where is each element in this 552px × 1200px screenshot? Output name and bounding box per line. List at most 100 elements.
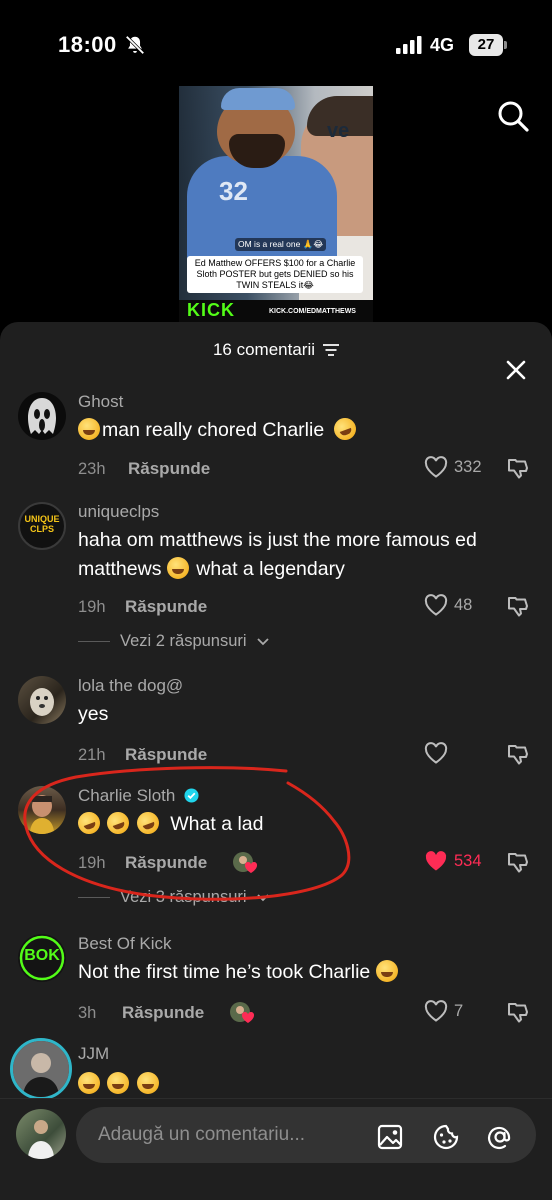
dislike-icon[interactable] <box>506 456 530 480</box>
close-icon[interactable] <box>504 358 528 382</box>
like-count: 332 <box>454 457 482 476</box>
status-time: 18:00 <box>58 32 117 57</box>
comments-count: 16 comentarii <box>212 340 316 359</box>
comments-header: 16 comentarii <box>0 340 552 380</box>
like-button[interactable]: 7 <box>424 1000 463 1022</box>
video-person-left-cap <box>221 88 295 110</box>
comment-text <box>78 1070 538 1099</box>
comment-author[interactable]: Ghost <box>78 392 123 412</box>
avatar-label: UNIQUE CLPS <box>24 514 60 534</box>
video-url: KICK.COM/EDMATTHEWS <box>269 308 356 315</box>
heart-filled-icon <box>425 851 447 871</box>
replies-divider <box>78 897 110 898</box>
reply-button[interactable]: Răspunde <box>125 745 207 765</box>
comment-time: 21h <box>78 746 106 764</box>
rofl-emoji-icon <box>133 808 162 838</box>
comment-input[interactable] <box>98 1107 368 1163</box>
comment-input-bar <box>0 1098 552 1200</box>
verified-badge-icon <box>184 788 199 803</box>
heart-icon <box>424 742 448 764</box>
dislike-icon[interactable] <box>506 1000 530 1024</box>
reply-button[interactable]: Răspunde <box>125 597 207 617</box>
dog-photo <box>30 688 54 716</box>
sort-filter-icon[interactable] <box>323 343 340 357</box>
ghostface-icon <box>28 398 56 434</box>
like-button[interactable]: 48 <box>424 594 472 616</box>
kick-logo: KICK <box>187 300 235 320</box>
reply-button[interactable]: Răspunde <box>122 1003 204 1023</box>
video-sign-text: ve <box>327 120 350 142</box>
jersey-number: 32 <box>219 176 248 206</box>
my-avatar[interactable] <box>16 1109 66 1159</box>
comment-time: 19h <box>78 598 106 616</box>
laughing-emoji-icon <box>107 1072 130 1094</box>
status-bar: 18:00 4G 27 <box>0 0 552 90</box>
heart-icon <box>424 456 448 478</box>
dislike-icon[interactable] <box>506 850 530 874</box>
video-thumbnail[interactable]: 32 ve OM is a real one 🙏😂 Ed Matthew OFF… <box>179 86 373 324</box>
bell-muted-icon <box>125 35 145 55</box>
creator-liked-icon <box>230 1002 255 1023</box>
view-replies-label: Vezi 2 răspunsuri <box>120 632 247 650</box>
replies-divider <box>78 641 110 642</box>
heart-icon <box>424 594 448 616</box>
laughing-emoji-icon <box>136 1072 159 1094</box>
view-replies-button[interactable]: Vezi 2 răspunsuri <box>78 632 269 651</box>
chevron-down-icon <box>256 637 269 645</box>
avatar[interactable] <box>18 786 66 834</box>
dislike-icon[interactable] <box>506 742 530 766</box>
rofl-emoji-icon <box>104 808 133 838</box>
dislike-icon[interactable] <box>506 594 530 618</box>
heart-icon <box>424 1000 448 1022</box>
comment-input-container[interactable] <box>76 1107 536 1163</box>
avatar[interactable] <box>10 1038 72 1100</box>
rofl-emoji-icon <box>74 808 104 838</box>
network-type: 4G <box>430 35 455 55</box>
comment-author[interactable]: lola the dog@ <box>78 676 183 696</box>
comment-time: 19h <box>78 854 106 872</box>
signal-icon <box>396 36 422 54</box>
mention-icon[interactable] <box>486 1123 514 1151</box>
my-avatar-photo <box>28 1120 54 1159</box>
crying-emoji-icon <box>78 418 100 440</box>
comment-text-body-end: what a legendary <box>196 558 345 580</box>
emoji-icon[interactable] <box>432 1123 460 1151</box>
like-button[interactable]: 332 <box>424 456 482 478</box>
comment-item: JJM <box>0 1036 552 1106</box>
view-replies-button[interactable]: Vezi 3 răspunsuri <box>78 888 269 907</box>
comment-author-name: Charlie Sloth <box>78 786 176 805</box>
comment-text: What a lad <box>74 808 538 839</box>
avatar[interactable] <box>18 392 66 440</box>
charlie-photo <box>30 795 54 834</box>
comments-sheet: 16 comentarii Ghost man really chored Ch… <box>0 322 552 1200</box>
reply-button[interactable]: Răspunde <box>125 853 207 873</box>
rofl-emoji-icon <box>330 414 359 444</box>
like-button[interactable]: 534 <box>424 850 482 872</box>
comment-author[interactable]: JJM <box>78 1044 109 1064</box>
comments-title[interactable]: 16 comentarii <box>212 340 340 360</box>
like-count: 534 <box>454 851 482 870</box>
comment-text-body: man really chored Charlie <box>102 419 325 441</box>
video-caption: Ed Matthew OFFERS $100 for a Charlie Slo… <box>187 256 363 293</box>
comment-item: UNIQUE CLPS uniqueclps haha om matthews … <box>0 500 552 660</box>
avatar[interactable]: BOK <box>18 934 66 982</box>
reply-button[interactable]: Răspunde <box>128 459 210 479</box>
comment-author[interactable]: Best Of Kick <box>78 934 172 954</box>
comment-text-body: Not the first time he’s took Charlie <box>78 961 371 983</box>
avatar[interactable]: UNIQUE CLPS <box>18 502 66 550</box>
avatar-label: BOK <box>24 947 60 964</box>
comment-author[interactable]: uniqueclps <box>78 502 159 522</box>
like-count: 7 <box>454 1001 464 1020</box>
like-button[interactable] <box>424 742 448 764</box>
jjm-photo <box>13 1041 69 1097</box>
avatar[interactable] <box>18 676 66 724</box>
comment-text: yes <box>78 703 109 725</box>
search-icon[interactable] <box>496 99 530 133</box>
chevron-down-icon <box>256 893 269 901</box>
comment-item: lola the dog@ yes 21h Răspunde <box>0 674 552 774</box>
comment-item: Ghost man really chored Charlie 23h Răsp… <box>0 390 552 500</box>
comment-time: 3h <box>78 1004 97 1022</box>
image-icon[interactable] <box>376 1123 404 1151</box>
comment-author[interactable]: Charlie Sloth <box>78 786 199 806</box>
comment-item: BOK Best Of Kick Not the first time he’s… <box>0 932 552 1042</box>
